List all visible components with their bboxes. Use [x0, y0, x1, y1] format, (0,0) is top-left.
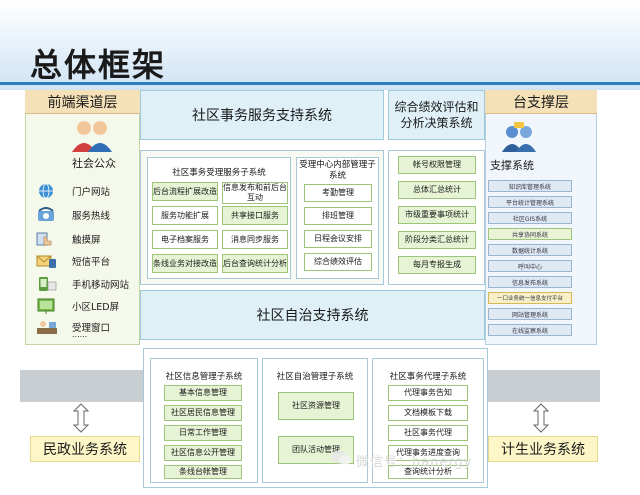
support-system-list: 知识库管理系统 平台统计管理系统 社区GIS系统 共享协同系统 数据统计系统 呼… [488, 180, 572, 340]
support-system-item[interactable]: 知识库管理系统 [488, 180, 572, 192]
evaluation-header: 综合绩效评估和分析决策系统 [388, 90, 485, 140]
channel-label: 手机移动网站 [72, 280, 130, 291]
agency-item[interactable]: 社区事务代理 [388, 425, 468, 441]
channel-label: 触摸屏 [72, 235, 101, 246]
info-mgmt-item[interactable]: 基本信息管理 [164, 385, 242, 401]
internal-mgmt-item[interactable]: 综合绩效评估 [304, 253, 372, 271]
acceptance-item[interactable]: 信息发布和前后台互动 [222, 182, 288, 204]
internal-mgmt-item[interactable]: 日程会议安排 [304, 230, 372, 248]
self-mgmt-title: 社区自治管理子系统 [276, 372, 354, 382]
public-label: 社会公众 [72, 157, 116, 170]
autonomy-support-header: 社区自治支持系统 [140, 290, 485, 340]
support-system-item[interactable]: 数据统计系统 [488, 244, 572, 256]
support-system-item[interactable]: 社区GIS系统 [488, 212, 572, 224]
evaluation-item[interactable]: 总体汇总统计 [398, 181, 476, 199]
support-layer-header: 台支撑层 [485, 90, 597, 114]
sms-platform-item[interactable]: 短信平台 [36, 252, 110, 270]
acceptance-item[interactable]: 条线业务对接改造 [152, 254, 218, 273]
acceptance-item[interactable]: 消息同步服务 [222, 230, 288, 249]
led-screen-icon [36, 298, 62, 314]
support-label: 支撑系统 [490, 159, 534, 172]
info-mgmt-item[interactable]: 日常工作管理 [164, 425, 242, 441]
globe-icon [36, 183, 62, 199]
service-support-header: 社区事务服务支持系统 [140, 90, 384, 140]
evaluation-item[interactable]: 市级重要事项统计 [398, 206, 476, 224]
evaluation-item[interactable]: 阶段分类汇总统计 [398, 231, 476, 249]
evaluation-item[interactable]: 帐号权限管理 [398, 156, 476, 174]
internal-mgmt-title: 受理中心内部管理子系统 [299, 160, 376, 181]
info-mgmt-item[interactable]: 社区居民信息管理 [164, 405, 242, 421]
info-mgmt-item[interactable]: 社区信息公开管理 [164, 445, 242, 461]
support-system-item[interactable]: 网站管理系统 [488, 308, 572, 320]
channel-label: 小区LED屏 [72, 302, 120, 313]
portal-website-item[interactable]: 门户网站 [36, 182, 110, 200]
mobile-phone-icon [36, 276, 62, 292]
title-underline [0, 82, 640, 85]
civil-affairs-system: 民政业务系统 [30, 436, 140, 462]
internal-mgmt-item[interactable]: 排班管理 [304, 207, 372, 225]
acceptance-item[interactable]: 后台查询统计分析 [222, 254, 288, 273]
support-system-item[interactable]: 信息发布系统 [488, 276, 572, 288]
channel-label: 门户网站 [72, 187, 111, 198]
right-double-arrow [532, 403, 550, 433]
acceptance-item[interactable]: 服务功能扩展 [152, 206, 218, 225]
service-desk-icon [36, 319, 62, 335]
internal-mgmt-item[interactable]: 考勤管理 [304, 184, 372, 202]
support-people-icon [500, 122, 540, 154]
mobile-website-item[interactable]: 手机移动网站 [36, 275, 129, 293]
service-hotline-item[interactable]: 服务热线 [36, 206, 110, 224]
touch-hand-icon [36, 231, 62, 247]
agency-item[interactable]: 文档模板下载 [388, 405, 468, 421]
led-screen-item[interactable]: 小区LED屏 [36, 297, 119, 315]
support-system-item[interactable]: 在线监察系统 [488, 324, 572, 336]
wechat-icon [330, 449, 352, 467]
acceptance-item[interactable]: 后台流程扩展改造 [152, 182, 218, 201]
touch-screen-item[interactable]: 触摸屏 [36, 230, 101, 248]
acceptance-subsystem-title: 社区事务受理服务子系统 [172, 168, 266, 178]
channel-label: 服务热线 [72, 211, 111, 222]
info-mgmt-title: 社区信息管理子系统 [165, 372, 243, 382]
left-double-arrow [72, 403, 90, 433]
acceptance-item[interactable]: 电子档案服务 [152, 230, 218, 249]
more-channels: ...... [72, 330, 88, 339]
self-mgmt-item[interactable]: 社区资源管理 [278, 392, 354, 420]
support-system-item[interactable]: 共享协同系统 [488, 228, 572, 240]
support-system-item[interactable]: 平台统计管理系统 [488, 196, 572, 208]
sms-icon [36, 253, 62, 269]
agency-title: 社区事务代理子系统 [389, 372, 467, 382]
public-people-icon [70, 118, 114, 154]
support-system-item[interactable]: 一口业务统一信息支付平台 [488, 292, 572, 304]
family-planning-system: 计生业务系统 [488, 436, 598, 462]
hotline-icon [36, 207, 62, 223]
support-system-item[interactable]: 呼叫中心 [488, 260, 572, 272]
channel-list: 门户网站 服务热线 触摸屏 短信平台 手机移动网站 小区LED屏 受理窗口 ..… [36, 182, 140, 342]
watermark-text: 微信号：hanergy [356, 455, 473, 470]
agency-item[interactable]: 代理事务告知 [388, 385, 468, 401]
info-mgmt-item[interactable]: 条线台帐管理 [164, 465, 242, 479]
evaluation-item[interactable]: 每月专报生成 [398, 256, 476, 274]
channel-label: 短信平台 [72, 257, 111, 268]
front-channel-header: 前端渠道层 [25, 90, 140, 114]
page-title: 总体框架 [30, 46, 167, 84]
acceptance-item[interactable]: 共享接口服务 [222, 206, 288, 225]
